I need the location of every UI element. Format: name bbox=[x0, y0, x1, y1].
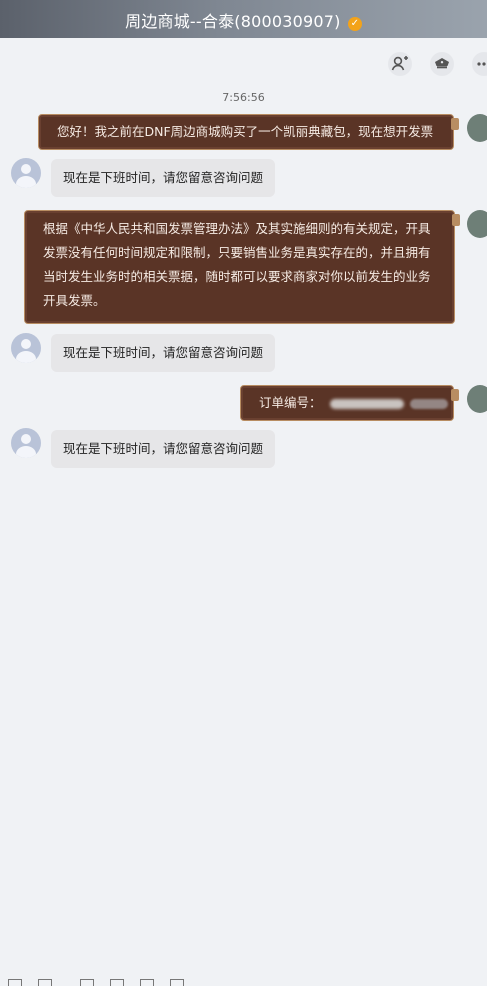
input-toolbar bbox=[0, 488, 487, 986]
avatar[interactable] bbox=[467, 385, 487, 413]
message-text: 现在是下班时间，请您留意咨询问题 bbox=[63, 345, 264, 360]
message-timestamp: 7:56:56 bbox=[222, 91, 265, 104]
message-bubble-received[interactable]: 现在是下班时间，请您留意咨询问题 bbox=[51, 334, 276, 372]
message-line: 开具发票。 bbox=[43, 293, 106, 308]
message-text: 现在是下班时间，请您留意咨询问题 bbox=[63, 170, 264, 185]
avatar[interactable] bbox=[11, 158, 41, 188]
window-title-text: 周边商城--合泰(800030907) bbox=[125, 12, 341, 31]
message-bubble-received[interactable]: 现在是下班时间，请您留意咨询问题 bbox=[51, 430, 276, 468]
message-text: 现在是下班时间，请您留意咨询问题 bbox=[63, 441, 264, 456]
window-title: 周边商城--合泰(800030907) ✓ bbox=[0, 8, 487, 32]
avatar[interactable] bbox=[11, 428, 41, 458]
message-line: 当时发生业务时的相关票据，随时都可以要求商家对你以前发生的业务 bbox=[43, 269, 431, 284]
image-icon[interactable] bbox=[140, 979, 154, 986]
message-bubble-sent[interactable]: 您好！我之前在DNF周边商城购买了一个凯丽典藏包，现在想开发票 bbox=[38, 114, 459, 150]
message-multiline-text: 根据《中华人民共和国发票管理办法》及其实施细则的有关规定，开具 发票没有任何时间… bbox=[43, 217, 453, 313]
shake-icon[interactable] bbox=[170, 979, 184, 986]
avatar[interactable] bbox=[467, 114, 487, 142]
emoji-icon[interactable] bbox=[8, 979, 22, 986]
redacted-order-number bbox=[329, 398, 404, 409]
message-line: 根据《中华人民共和国发票管理办法》及其实施细则的有关规定，开具 bbox=[43, 221, 431, 236]
order-number-line: 订单编号： bbox=[259, 391, 448, 415]
message-line: 发票没有任何时间规定和限制，只要销售业务是真实存在的，并且拥有 bbox=[43, 245, 431, 260]
message-bubble-received[interactable]: 现在是下班时间，请您留意咨询问题 bbox=[51, 159, 276, 197]
message-text: 订单编号： bbox=[259, 395, 322, 410]
chat-area[interactable]: 7:56:56 您好！我之前在DNF周边商城购买了一个凯丽典藏包，现在想开发票 … bbox=[0, 38, 487, 497]
verified-badge-icon: ✓ bbox=[347, 17, 362, 31]
message-bubble-sent[interactable]: 订单编号： bbox=[240, 385, 459, 421]
message-bubble-sent[interactable]: 根据《中华人民共和国发票管理办法》及其实施细则的有关规定，开具 发票没有任何时间… bbox=[24, 210, 460, 324]
folder-icon[interactable] bbox=[110, 979, 124, 986]
message-text: 您好！我之前在DNF周边商城购买了一个凯丽典藏包，现在想开发票 bbox=[57, 124, 434, 139]
redacted-order-number-tail bbox=[409, 398, 448, 409]
avatar[interactable] bbox=[11, 333, 41, 363]
avatar[interactable] bbox=[467, 210, 487, 238]
title-bar: 周边商城--合泰(800030907) ✓ bbox=[0, 0, 487, 38]
screenshot-icon[interactable] bbox=[38, 979, 52, 986]
cut-icon[interactable] bbox=[80, 979, 94, 986]
